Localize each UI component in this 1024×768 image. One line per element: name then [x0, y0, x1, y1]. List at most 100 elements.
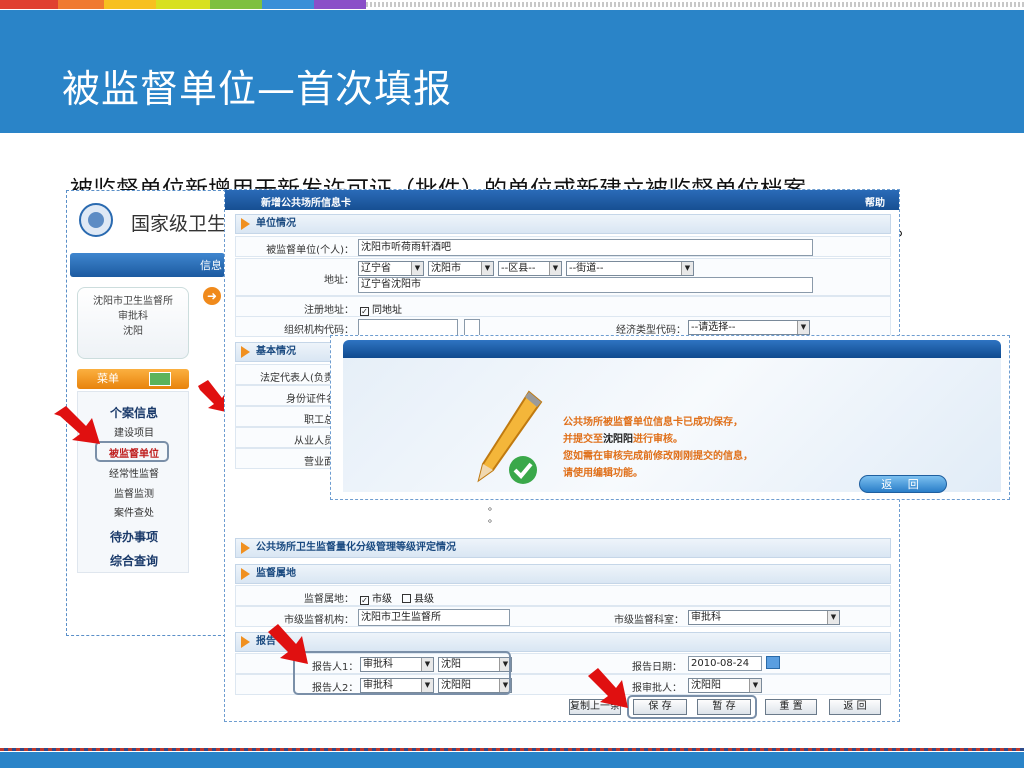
stripe [314, 0, 366, 9]
row-org-code: 组织机构代码： 经济类型代码： --请选择-- [235, 316, 891, 337]
reg-address-label: 注册地址： [304, 305, 354, 316]
menu-item-cases[interactable]: 案件查处 [78, 504, 190, 519]
unit-line: 沈阳市卫生监督所 [93, 296, 173, 307]
emblem-icon [79, 203, 113, 237]
success-dialog: 公共场所被监督单位信息卡已成功保存， 并提交至沈阳阳进行审核。 您如需在审核完成… [330, 335, 1010, 500]
dialog-body: 公共场所被监督单位信息卡已成功保存， 并提交至沈阳阳进行审核。 您如需在审核完成… [343, 358, 1001, 493]
city-dept-select[interactable]: 审批科 [688, 610, 840, 625]
save-highlight [627, 695, 757, 719]
jurisdiction-label: 监督属地： [304, 594, 354, 605]
header-banner: 被监督单位—首次填报 [0, 10, 1024, 133]
report-date-input[interactable]: 2010-08-24 [688, 656, 762, 671]
district-select[interactable]: --区县-- [498, 261, 562, 276]
row-reg-address: 注册地址： ✓ 同地址 [235, 296, 891, 317]
econ-type-label: 经济类型代码： [616, 325, 686, 336]
checkbox-checked-icon: ✓ [360, 596, 369, 605]
red-arrow-icon [588, 668, 628, 708]
menu-item-monitoring[interactable]: 监督监测 [78, 485, 190, 500]
dialog-back-button[interactable]: 返 回 [859, 475, 947, 493]
help-link[interactable]: 帮助 [865, 194, 885, 209]
success-message: 公共场所被监督单位信息卡已成功保存， 并提交至沈阳阳进行审核。 您如需在审核完成… [563, 414, 753, 482]
row-jurisdiction: 监督属地： ✓ 市级 县级 [235, 585, 891, 606]
user-unit-box: 沈阳市卫生监督所 审批科 沈阳 [77, 287, 189, 359]
city-level-checkbox[interactable]: ✓ 市级 [360, 590, 392, 605]
section-unit: 单位情况 [235, 214, 891, 234]
menu-title: 菜单 [97, 372, 119, 385]
city-select[interactable]: 沈阳市 [428, 261, 494, 276]
stripe [156, 0, 210, 9]
address-label: 地址： [324, 275, 354, 286]
checkbox-empty-icon [402, 594, 411, 603]
menu-item-todo[interactable]: 待办事项 [78, 528, 190, 545]
message-line: 您如需在审核完成前修改刚刚提交的信息， [563, 451, 753, 462]
approver-label: 报审批人： [632, 683, 682, 694]
checkbox-checked-icon: ✓ [360, 307, 369, 316]
stripe [262, 0, 314, 9]
same-address-label: 同地址 [372, 305, 402, 316]
unit-line: 沈阳 [123, 326, 143, 337]
menu-item-query[interactable]: 综合查询 [78, 552, 190, 569]
county-level-checkbox[interactable]: 县级 [402, 590, 434, 605]
dialog-titlebar [343, 340, 1001, 358]
stripe [58, 0, 104, 9]
unit-name-input[interactable]: 沈阳市听荷雨轩酒吧 [358, 239, 813, 256]
province-select[interactable]: 辽宁省 [358, 261, 424, 276]
section-grade: 公共场所卫生监督量化分级管理等级评定情况 [235, 538, 891, 558]
city-dept-label: 市级监督科室： [614, 615, 684, 626]
red-arrow-icon [268, 624, 308, 664]
org-code-label: 组织机构代码： [284, 325, 354, 336]
unit-line: 审批科 [118, 311, 148, 322]
reporter-highlight [293, 651, 511, 695]
address-input[interactable]: 辽宁省沈阳市 [358, 277, 813, 293]
org-name: 国家级卫生 [131, 213, 227, 235]
dot-mark: 。 [488, 502, 498, 513]
street-select[interactable]: --街道-- [566, 261, 694, 276]
nav-bar-label[interactable]: 信息 [200, 257, 222, 273]
stripe [0, 0, 58, 9]
message-part: 进行审核。 [633, 434, 683, 445]
ellipsis-marks: 。 。 [488, 502, 498, 526]
row-city-org: 市级监督机构： 沈阳市卫生监督所 市级监督科室： 审批科 [235, 606, 891, 627]
id-type-label: 身份证件名 [286, 394, 336, 405]
message-line: 公共场所被监督单位信息卡已成功保存， [563, 417, 743, 428]
message-line: 请使用编辑功能。 [563, 468, 643, 479]
message-part: 并提交至 [563, 434, 603, 445]
form-titlebar: 新增公共场所信息卡 帮助 [225, 190, 899, 210]
arrow-right-icon[interactable]: ➜ [203, 287, 221, 305]
form-title: 新增公共场所信息卡 [261, 198, 351, 209]
row-unit-name: 被监督单位(个人)： 沈阳市听荷雨轩酒吧 [235, 236, 891, 257]
dot-mark: 。 [488, 514, 498, 525]
red-arrow-icon [198, 380, 226, 412]
pencil-check-icon [477, 390, 543, 484]
slide-title: 被监督单位—首次填报 [62, 67, 453, 111]
same-address-checkbox[interactable]: ✓ 同地址 [360, 301, 402, 316]
footer-stripe [0, 748, 1024, 751]
org-code-input[interactable] [358, 319, 458, 336]
section-jurisdiction: 监督属地 [235, 564, 891, 584]
stripe [366, 2, 1024, 7]
message-line: 并提交至沈阳阳进行审核。 [563, 431, 753, 448]
city-level-label: 市级 [372, 594, 392, 605]
reset-button[interactable]: 重 置 [765, 699, 817, 715]
menu-icon [149, 372, 171, 386]
city-org-input[interactable]: 沈阳市卫生监督所 [358, 609, 510, 626]
econ-type-select[interactable]: --请选择-- [688, 320, 810, 335]
workers-label: 从业人员 [294, 436, 334, 447]
stripe [210, 0, 262, 9]
back-button[interactable]: 返 回 [829, 699, 881, 715]
red-arrow-icon [54, 406, 100, 444]
legal-rep-label: 法定代表人(负责 [260, 373, 334, 384]
section-report: 报告 [235, 632, 891, 652]
footer-bar [0, 752, 1024, 768]
message-part: 沈阳阳 [603, 434, 633, 445]
approver-select[interactable]: 沈阳阳 [688, 678, 762, 693]
stripe [104, 0, 156, 9]
nav-bar: 信息 [70, 253, 225, 277]
menu-highlight [95, 441, 169, 462]
report-date-label: 报告日期： [632, 662, 682, 673]
slide: 被监督单位—首次填报 被监督单位新增用于新发许可证（批件）的单位或新建立被监督单… [0, 0, 1024, 768]
menu-item-routine[interactable]: 经常性监督 [78, 465, 190, 480]
calendar-icon[interactable] [766, 656, 780, 669]
unit-name-label: 被监督单位(个人)： [266, 245, 354, 256]
org-code-check-input[interactable] [464, 319, 480, 336]
